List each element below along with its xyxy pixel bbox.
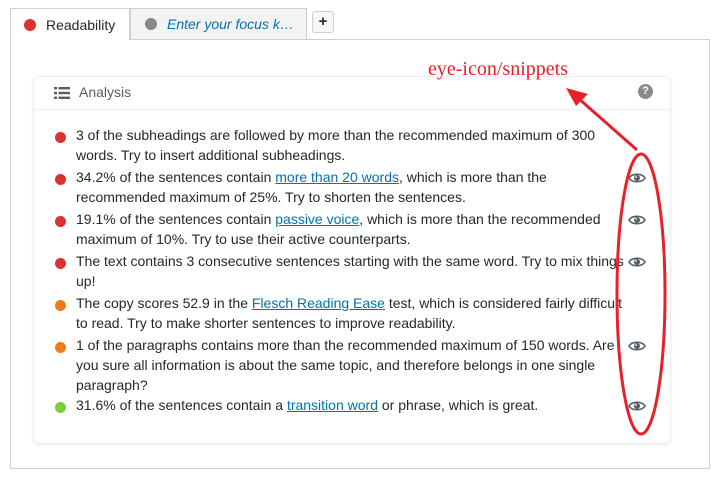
tab-readability[interactable]: Readability — [10, 8, 130, 40]
result-link[interactable]: passive voice — [275, 211, 359, 227]
status-bullet — [55, 216, 66, 227]
analysis-header[interactable]: Analysis ? — [34, 77, 670, 110]
result-text: 31.6% of the sentences contain a transit… — [76, 395, 626, 415]
result-link[interactable]: more than 20 words — [275, 169, 399, 185]
result-text: 1 of the paragraphs contains more than t… — [76, 335, 621, 395]
result-text: The text contains 3 consecutive sentence… — [76, 251, 626, 291]
eye-icon[interactable] — [628, 400, 646, 412]
status-bullet — [55, 402, 66, 413]
tab-focus-keyword[interactable]: Enter your focus k… — [130, 8, 307, 39]
status-bullet — [55, 258, 66, 269]
result-text-part: The copy scores 52.9 in the — [76, 295, 252, 311]
status-bullet — [55, 300, 66, 311]
result-text-part: 1 of the paragraphs contains more than t… — [76, 337, 615, 393]
eye-icon[interactable] — [628, 340, 646, 352]
result-text-part: 31.6% of the sentences contain a — [76, 397, 287, 413]
result-text-part: 19.1% of the sentences contain — [76, 211, 276, 227]
analysis-card: Analysis ? 3 of the subheadings are foll… — [33, 76, 671, 444]
result-text: 34.2% of the sentences contain more than… — [76, 167, 626, 207]
result-link[interactable]: transition word — [287, 397, 378, 413]
eye-icon[interactable] — [628, 214, 646, 226]
annotation-label: eye-icon/snippets — [428, 58, 568, 80]
add-tab-button[interactable]: + — [312, 11, 334, 33]
result-text-part: The text contains 3 consecutive sentence… — [76, 253, 624, 289]
result-text: 3 of the subheadings are followed by mor… — [76, 125, 626, 165]
analysis-title: Analysis — [79, 84, 132, 100]
status-bullet — [55, 132, 66, 143]
tab-label: Readability — [46, 16, 116, 33]
result-text: The copy scores 52.9 in the Flesch Readi… — [76, 293, 626, 333]
eye-icon[interactable] — [628, 256, 646, 268]
readability-metabox: Readability Enter your focus k… + Analys… — [0, 0, 718, 478]
tab-label: Enter your focus k… — [167, 16, 294, 32]
result-text-part: 3 of the subheadings are followed by mor… — [76, 127, 596, 163]
status-dot — [145, 18, 157, 30]
status-dot — [24, 18, 36, 31]
status-bullet — [55, 342, 66, 353]
result-text-part: 34.2% of the sentences contain — [76, 169, 276, 185]
result-text: 19.1% of the sentences contain passive v… — [76, 209, 626, 249]
result-text-part: or phrase, which is great. — [377, 397, 539, 413]
help-icon[interactable]: ? — [638, 84, 653, 99]
list-icon — [54, 87, 70, 99]
result-link[interactable]: Flesch Reading Ease — [252, 295, 385, 311]
status-bullet — [55, 174, 66, 185]
eye-icon[interactable] — [628, 172, 646, 184]
